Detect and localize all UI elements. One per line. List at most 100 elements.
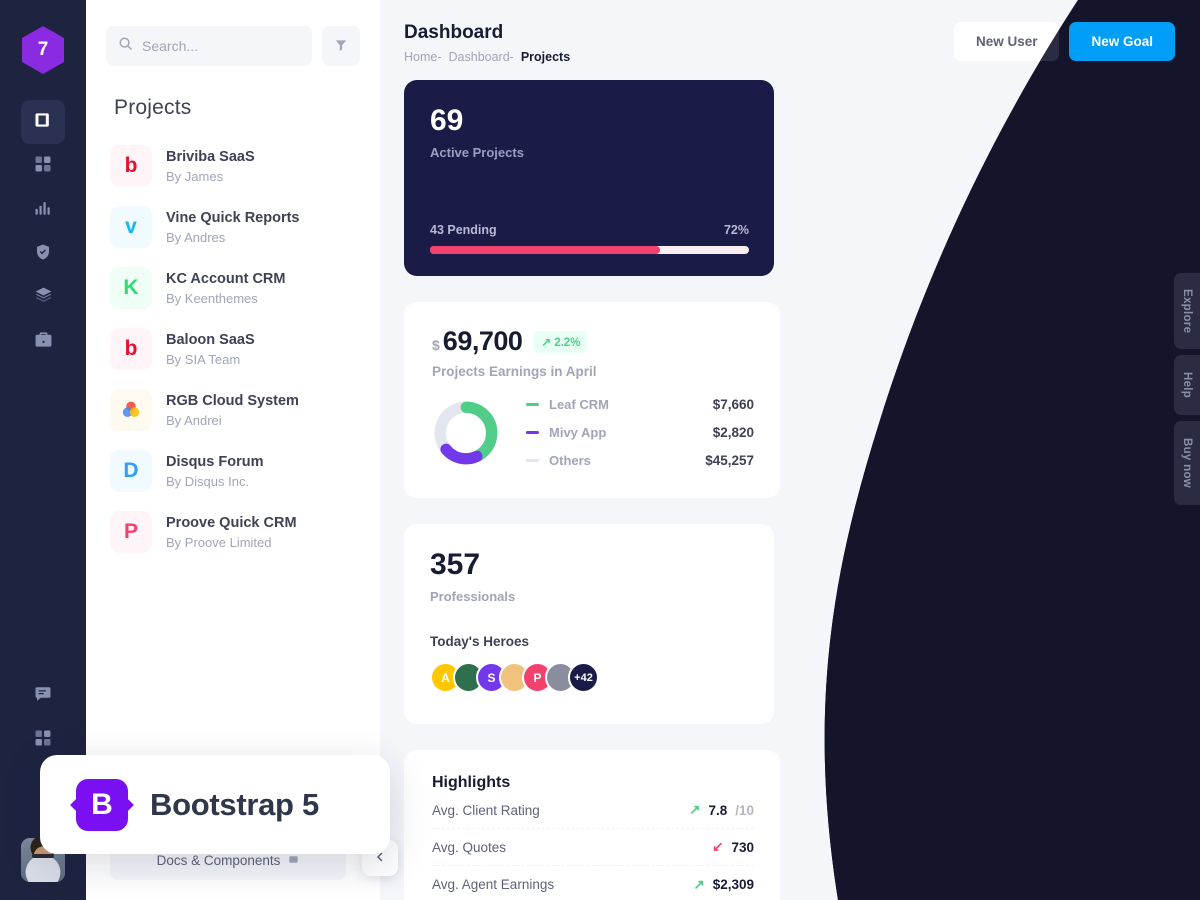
new-goal-button-dark[interactable]: New Goal xyxy=(1069,22,1175,61)
progress-row: 43 Pending 72% xyxy=(430,223,749,237)
currency-symbol: $ xyxy=(432,337,440,353)
search-icon xyxy=(118,36,133,56)
project-author: By James xyxy=(166,168,224,184)
active-projects-label: Active Projects xyxy=(430,145,524,160)
side-tab-explore[interactable]: Explore xyxy=(1174,273,1200,349)
search-row xyxy=(86,0,380,66)
panel-title: Projects xyxy=(114,96,192,119)
page-title: Dashboard xyxy=(404,22,504,43)
progress-fill xyxy=(430,246,660,254)
earnings-legend: Leaf CRM $7,660 Mivy App $2,820 Others $… xyxy=(526,397,754,468)
heroes-title: Today's Heroes xyxy=(430,634,529,649)
highlights-title: Highlights xyxy=(432,774,511,791)
list-item[interactable]: b Baloon SaaS By SIA Team xyxy=(110,319,360,380)
briefcase-icon xyxy=(34,330,53,354)
chart-bars-icon xyxy=(34,199,52,222)
rail-item-security[interactable] xyxy=(21,232,65,276)
list-item[interactable]: P Proove Quick CRM By Proove Limited xyxy=(110,502,360,563)
bootstrap-badge: B Bootstrap 5 xyxy=(40,755,390,854)
search-box[interactable] xyxy=(106,26,312,66)
legend-value: $7,660 xyxy=(712,397,754,412)
rail-item-briefcase[interactable] xyxy=(21,320,65,364)
project-logo: K xyxy=(110,267,152,309)
earnings-amount-row: $ 69,700 ↗ 2.2% xyxy=(432,326,754,357)
list-item[interactable]: RGB Cloud System By Andrei xyxy=(110,380,360,441)
project-list: b Briviba SaaS By James v Vine Quick Rep… xyxy=(86,120,380,563)
highlight-value: ↙ 730 xyxy=(712,839,754,855)
search-input[interactable] xyxy=(142,38,300,54)
earnings-amount: 69,700 xyxy=(442,326,523,356)
project-name: RGB Cloud System xyxy=(166,393,299,410)
highlight-row: Avg. Agent Earnings ↗ $2,309 xyxy=(432,866,754,900)
highlights-card: Highlights Avg. Client Rating ↗ 7.8/10 A… xyxy=(404,750,780,900)
project-logo: b xyxy=(110,145,152,187)
breadcrumb-item[interactable]: Home- xyxy=(404,50,442,64)
rail-item-crop[interactable] xyxy=(21,100,65,144)
side-tab-buy-now[interactable]: Buy now xyxy=(1174,421,1200,505)
project-author: By Andres xyxy=(166,229,226,245)
professionals-count: 357 xyxy=(430,548,481,581)
professionals-label: Professionals xyxy=(430,589,516,604)
project-name: Briviba SaaS xyxy=(166,149,255,166)
header-titles: Dashboard Home- Dashboard- Projects xyxy=(404,22,570,64)
list-item[interactable]: v Vine Quick Reports By Andres xyxy=(110,197,360,258)
highlight-suffix: /10 xyxy=(735,802,754,818)
rail-item-grid[interactable] xyxy=(21,144,65,188)
project-name: KC Account CRM xyxy=(166,271,286,288)
project-name: Proove Quick CRM xyxy=(166,515,297,532)
active-projects-count: 69 xyxy=(430,104,464,137)
heroes-avatars: A S P +42 xyxy=(430,662,749,693)
earnings-subtitle: Projects Earnings in April xyxy=(432,364,597,379)
legend-item: Others $45,257 xyxy=(526,453,754,468)
project-author: By Andrei xyxy=(166,412,222,428)
project-author: By Disqus Inc. xyxy=(166,473,250,489)
earnings-card: $ 69,700 ↗ 2.2% Projects Earnings in Apr… xyxy=(404,302,780,498)
highlight-label: Avg. Quotes xyxy=(432,839,507,855)
highlight-label: Avg. Agent Earnings xyxy=(432,877,555,892)
rail-nav xyxy=(21,100,65,762)
project-name: Baloon SaaS xyxy=(166,332,255,349)
pending-label: 43 Pending xyxy=(430,223,497,237)
legend-item: Mivy App $2,820 xyxy=(526,425,754,440)
breadcrumb-item-current: Projects xyxy=(520,50,571,64)
project-logo: b xyxy=(110,328,152,370)
trend-up-icon: ↗ xyxy=(693,876,705,892)
app-logo[interactable]: 7 xyxy=(22,26,64,74)
rail-item-chat[interactable] xyxy=(21,674,65,718)
docs-button-label: Docs & Components xyxy=(156,852,281,868)
trend-up-icon: ↗ xyxy=(689,802,701,817)
side-tabs: Explore Help Buy now xyxy=(1174,273,1200,511)
app-root: 7 Search... Projects b Briviba SaaS By J… xyxy=(0,0,1200,900)
project-logo xyxy=(110,389,152,431)
project-logo: D xyxy=(110,450,152,492)
percent-label: 72% xyxy=(723,223,749,237)
highlight-value: ↗ 7.8/10 xyxy=(689,802,754,818)
legend-swatch xyxy=(526,403,539,406)
rail-item-analytics[interactable] xyxy=(21,188,65,232)
rail-item-layers[interactable] xyxy=(21,276,65,320)
highlight-number: $2,309 xyxy=(712,877,754,892)
project-logo: P xyxy=(110,511,152,553)
breadcrumb-item[interactable]: Dashboard- xyxy=(449,50,514,64)
hero-avatar-more[interactable]: +42 xyxy=(568,662,599,693)
highlight-row: Avg. Client Rating ↗ 7.8/10 xyxy=(432,792,754,829)
active-projects-card: 69 Active Projects 43 Pending 72% xyxy=(404,80,774,276)
legend-value: $2,820 xyxy=(712,425,754,440)
grid-2-icon xyxy=(34,729,52,752)
bootstrap-badge-text: Bootstrap 5 xyxy=(150,786,319,822)
list-item[interactable]: D Disqus Forum By Disqus Inc. xyxy=(110,441,360,502)
layers-icon xyxy=(34,286,53,310)
professionals-card: 357 Professionals Today's Heroes A S P +… xyxy=(404,524,774,724)
legend-swatch xyxy=(526,459,539,462)
external-link-icon xyxy=(288,853,299,868)
highlight-number: 7.8 xyxy=(708,802,728,818)
list-item[interactable]: K KC Account CRM By Keenthemes xyxy=(110,258,360,319)
shield-check-icon xyxy=(34,243,52,266)
project-name: Disqus Forum xyxy=(166,454,264,471)
filter-icon xyxy=(334,38,348,55)
side-tab-help[interactable]: Help xyxy=(1174,355,1200,415)
list-item[interactable]: b Briviba SaaS By James xyxy=(110,136,360,197)
filter-button[interactable] xyxy=(322,26,360,66)
legend-item: Leaf CRM $7,660 xyxy=(526,397,754,412)
bootstrap-logo-icon: B xyxy=(76,778,128,831)
